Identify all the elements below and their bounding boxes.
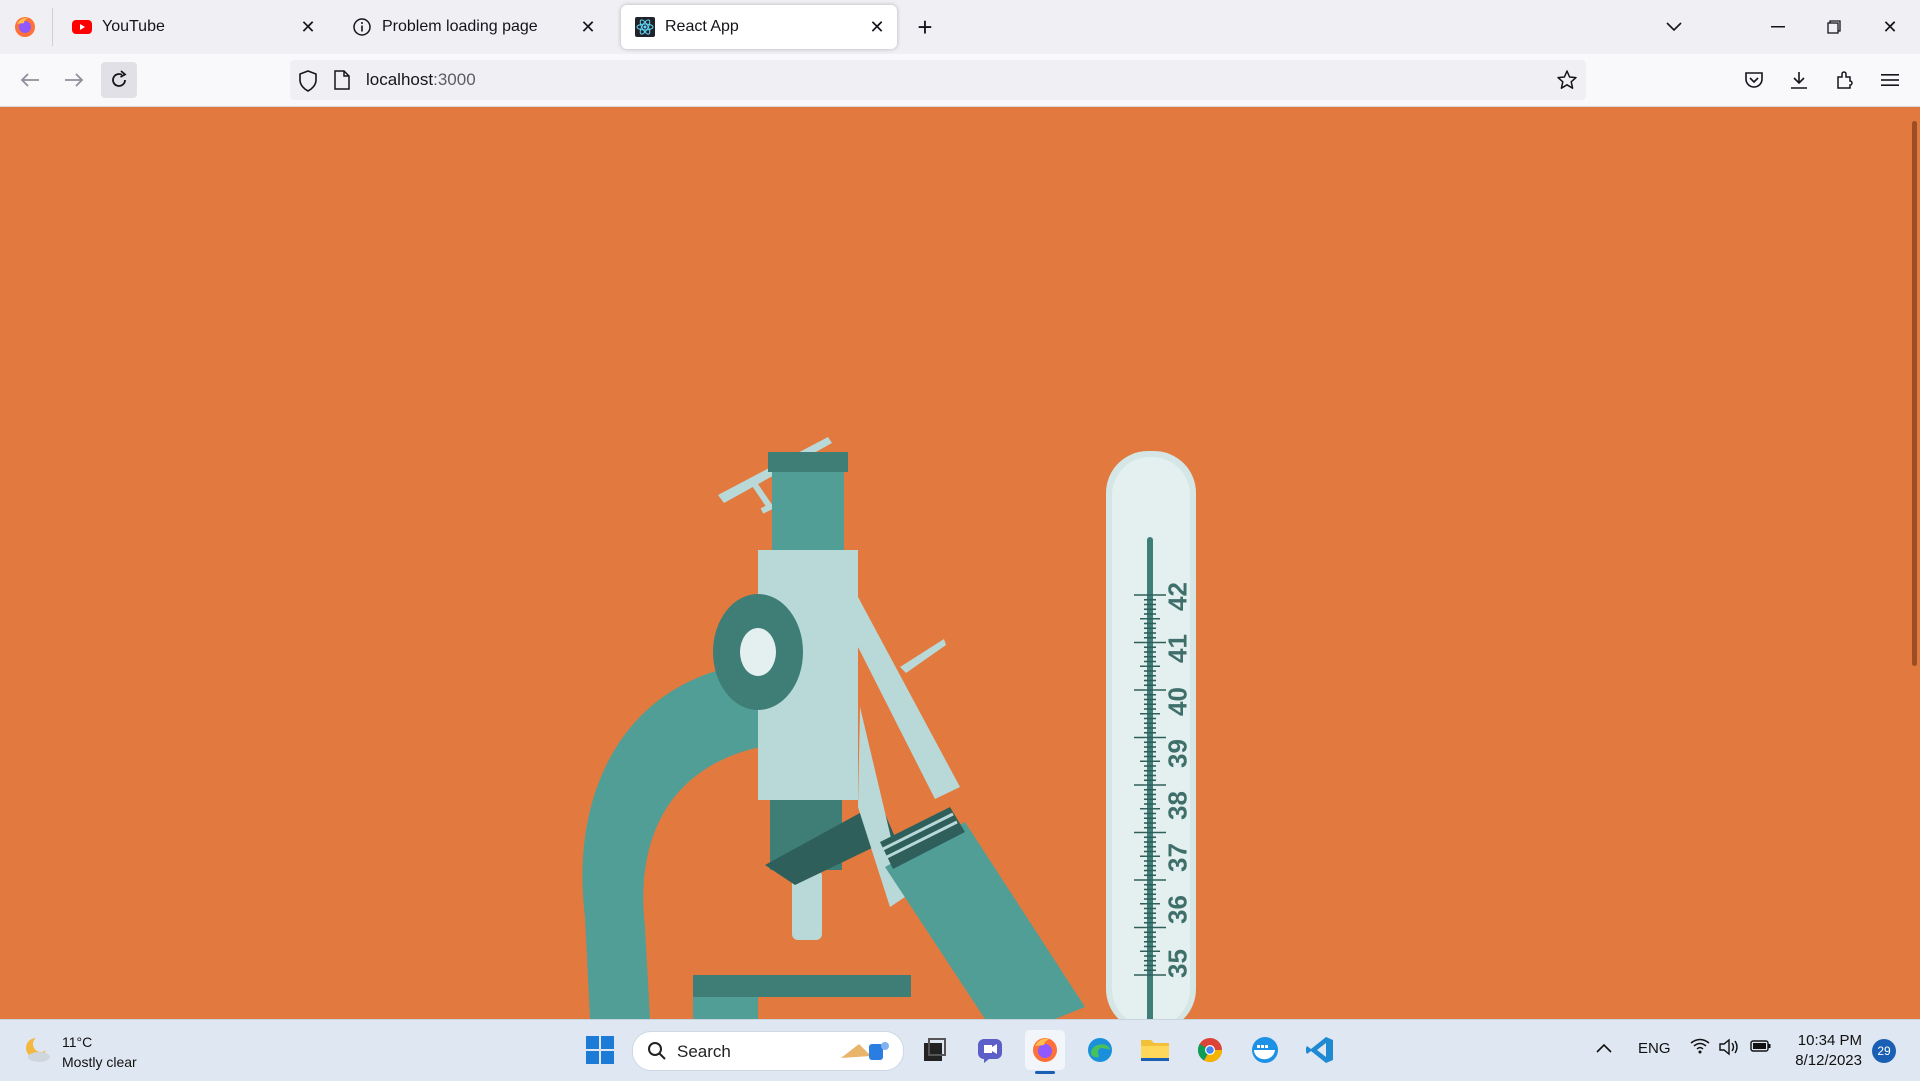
downloads-icon[interactable]: [1781, 62, 1817, 98]
microscope-knob-center: [740, 628, 776, 676]
taskbar: 11°C Mostly clear Search ENG 10:34 PM 8/…: [0, 1019, 1920, 1081]
weather-temperature: 11°C: [62, 1034, 93, 1050]
thermometer-scale-label: 42: [1162, 582, 1193, 611]
microscope-clip-edge: [752, 483, 775, 514]
bookmark-star-icon[interactable]: [1556, 69, 1578, 96]
thermometer-scale-label: 35: [1162, 949, 1193, 978]
thermometer-scale-label: 39: [1162, 739, 1193, 768]
clock-date: 8/12/2023: [1795, 1052, 1862, 1069]
wifi-icon[interactable]: [1690, 1038, 1710, 1058]
vscode-icon[interactable]: [1300, 1030, 1340, 1070]
new-tab-button[interactable]: +: [910, 12, 940, 42]
tab-strip: YouTube ✕ Problem loading page ✕ React A…: [0, 0, 1920, 54]
microscope-eyepiece-cap: [768, 452, 848, 472]
youtube-icon: [72, 17, 92, 37]
close-tab-icon[interactable]: ✕: [865, 15, 889, 39]
page-icon[interactable]: [334, 70, 350, 95]
microscope-base: [693, 975, 911, 997]
search-highlight-icon: [835, 1036, 895, 1071]
tab-youtube[interactable]: YouTube ✕: [58, 5, 328, 49]
firefox-menu-icon[interactable]: [12, 14, 38, 40]
scrollbar[interactable]: [1908, 107, 1920, 1019]
clock-time: 10:34 PM: [1797, 1032, 1862, 1049]
volume-icon[interactable]: [1718, 1038, 1740, 1060]
tab-label: React App: [665, 18, 739, 35]
close-tab-icon[interactable]: ✕: [296, 15, 320, 39]
active-indicator: [1035, 1071, 1055, 1074]
microscope-side-clip: [900, 639, 946, 673]
taskbar-search[interactable]: Search: [632, 1031, 904, 1071]
thermometer-scale-label: 40: [1162, 687, 1193, 716]
tab-divider: [52, 8, 53, 46]
pocket-icon[interactable]: [1736, 62, 1772, 98]
tab-problem-loading[interactable]: Problem loading page ✕: [338, 5, 608, 49]
task-view-icon[interactable]: [914, 1030, 954, 1070]
show-hidden-icons[interactable]: [1596, 1040, 1612, 1057]
microscope-foot: [693, 997, 758, 1019]
list-all-tabs-icon[interactable]: [1654, 10, 1694, 44]
scrollbar-thumb[interactable]: [1912, 121, 1917, 666]
search-icon: [647, 1041, 667, 1066]
moon-cloud-icon: [22, 1035, 52, 1070]
notification-badge[interactable]: 29: [1872, 1039, 1896, 1063]
url-port: :3000: [433, 70, 476, 89]
thermometer-scale-label: 41: [1162, 634, 1193, 663]
docker-icon[interactable]: [1245, 1030, 1285, 1070]
close-window-button[interactable]: ✕: [1870, 10, 1910, 44]
close-tab-icon[interactable]: ✕: [576, 15, 600, 39]
firefox-taskbar-icon[interactable]: [1025, 1030, 1065, 1074]
language-indicator[interactable]: ENG: [1638, 1040, 1671, 1057]
info-icon: [352, 17, 372, 37]
url-text[interactable]: localhost:3000: [366, 70, 476, 90]
thermometer-scale-label: 36: [1162, 895, 1193, 924]
forward-button[interactable]: [56, 62, 92, 98]
battery-icon[interactable]: [1750, 1039, 1772, 1057]
url-host: localhost: [366, 70, 434, 89]
search-label: Search: [677, 1042, 731, 1061]
microscope-arm: [582, 662, 760, 1019]
app-menu-icon[interactable]: [1872, 62, 1908, 98]
edge-icon[interactable]: [1080, 1030, 1120, 1070]
reload-button[interactable]: [101, 62, 137, 98]
microscope-eyepiece: [772, 472, 844, 560]
microscope-illustration: [582, 437, 1196, 1019]
navigation-toolbar: localhost:3000: [0, 54, 1920, 107]
weather-description: Mostly clear: [62, 1054, 137, 1070]
teams-chat-icon[interactable]: [970, 1030, 1010, 1070]
tab-label: YouTube: [102, 18, 165, 35]
thermometer-scale-label: 37: [1162, 843, 1193, 872]
back-button[interactable]: [12, 62, 48, 98]
extensions-icon[interactable]: [1827, 62, 1863, 98]
file-explorer-icon[interactable]: [1135, 1030, 1175, 1070]
tab-label: Problem loading page: [382, 18, 538, 35]
shield-icon[interactable]: [298, 70, 318, 97]
restore-button[interactable]: [1814, 10, 1854, 44]
thermometer-scale-label: 38: [1162, 791, 1193, 820]
page-content: 42 41 40 39 38 37 36 35: [0, 107, 1920, 1019]
chrome-icon[interactable]: [1190, 1030, 1230, 1070]
minimize-button[interactable]: [1758, 10, 1798, 44]
react-icon: [635, 17, 655, 37]
start-button[interactable]: [580, 1030, 620, 1070]
system-clock[interactable]: 10:34 PM 8/12/2023: [1786, 1031, 1862, 1071]
address-bar[interactable]: localhost:3000: [290, 60, 1586, 100]
tab-react-app[interactable]: React App ✕: [621, 5, 897, 49]
weather-widget[interactable]: 11°C Mostly clear: [22, 1032, 137, 1072]
